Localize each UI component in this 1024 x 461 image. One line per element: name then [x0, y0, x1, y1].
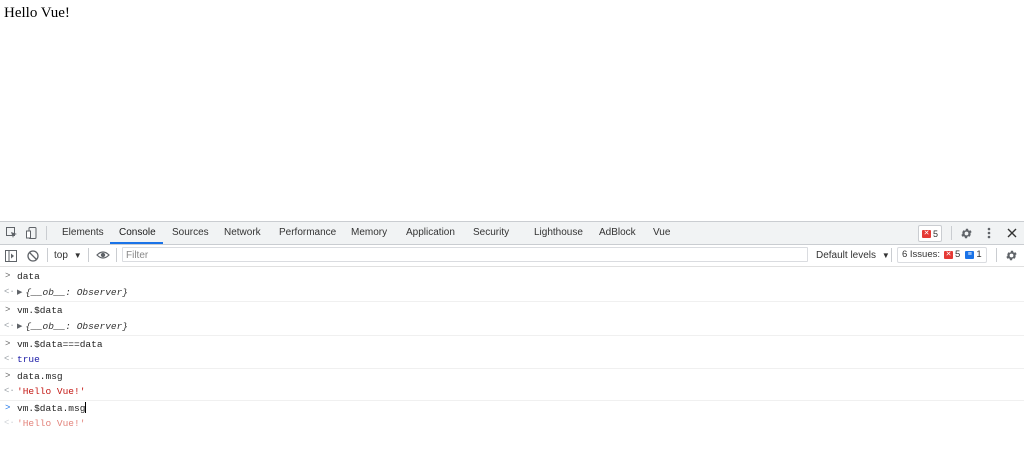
dropdown-arrow-icon: ▼ [73, 251, 82, 260]
console-input-text: vm.$data===data [17, 339, 103, 350]
issues-error-icon: ✕ [944, 251, 954, 259]
console-input-row: > vm.$data [0, 303, 1024, 318]
text-caret [85, 402, 87, 413]
return-arrow-icon: <· [4, 354, 15, 364]
tab-console[interactable]: Console [119, 222, 156, 244]
error-count: 5 [933, 228, 939, 239]
console-prompt-text: vm.$data.msg [17, 403, 86, 414]
rendered-page: Hello Vue! [0, 0, 1024, 221]
return-arrow-icon: <· [4, 287, 15, 297]
more-menu-icon[interactable] [981, 225, 997, 241]
expand-triangle-icon[interactable]: ▶ [17, 320, 22, 335]
page-text: Hello Vue! [4, 5, 70, 21]
settings-icon[interactable] [958, 225, 974, 241]
console-output-row: <· true [0, 352, 1024, 369]
prompt-chevron-icon: > [5, 339, 11, 349]
issues-button[interactable]: 6 Issues: ✕ 5 ≡ 1 [897, 247, 987, 263]
console-input-text: data [17, 271, 40, 282]
sidebar-toggle-icon[interactable] [3, 248, 19, 264]
levels-dropdown[interactable]: Default levels ▼ [816, 248, 890, 263]
device-toggle-icon[interactable] [24, 225, 40, 241]
issues-info-count: 1 [976, 249, 982, 260]
tab-application[interactable]: Application [406, 222, 455, 244]
eye-icon[interactable] [95, 247, 111, 263]
return-arrow-icon: <· [4, 418, 15, 428]
console-input-text: data.msg [17, 371, 63, 382]
tab-security[interactable]: Security [473, 222, 509, 244]
tab-network[interactable]: Network [224, 222, 261, 244]
console-object-text: {__ob__: Observer} [25, 321, 129, 332]
dropdown-arrow-icon: ▼ [881, 251, 890, 260]
tab-performance[interactable]: Performance [279, 222, 336, 244]
error-icon: ✕ [922, 229, 931, 238]
console-prompt-row[interactable]: > vm.$data.msg [0, 401, 1024, 416]
console-eager-eval-row: <· 'Hello Vue!' [0, 416, 1024, 431]
console-output-row: <· 'Hello Vue!' [0, 384, 1024, 401]
clear-console-icon[interactable] [25, 248, 41, 264]
console-string-text: 'Hello Vue!' [17, 386, 86, 397]
filter-placeholder: Filter [126, 250, 149, 261]
console-prompt-input[interactable]: vm.$data.msg [17, 401, 87, 416]
console-input-row: > vm.$data===data [0, 337, 1024, 352]
console-settings-icon[interactable] [1003, 247, 1019, 263]
tab-memory[interactable]: Memory [351, 222, 387, 244]
levels-label: Default levels [816, 250, 877, 261]
prompt-chevron-icon: > [5, 371, 11, 381]
prompt-chevron-icon: > [5, 271, 11, 281]
prompt-chevron-icon: > [5, 403, 11, 413]
console-eager-result: 'Hello Vue!' [17, 418, 86, 429]
return-arrow-icon: <· [4, 321, 15, 331]
prompt-chevron-icon: > [5, 305, 11, 315]
tab-vue[interactable]: Vue [653, 222, 670, 244]
console-input-row: > data [0, 269, 1024, 284]
tab-sources[interactable]: Sources [172, 222, 209, 244]
console-input-row: > data.msg [0, 369, 1024, 384]
tab-lighthouse[interactable]: Lighthouse [534, 222, 583, 244]
expand-triangle-icon[interactable]: ▶ [17, 286, 22, 301]
console-input-text: vm.$data [17, 305, 63, 316]
devtools-tabbar: Elements Console Sources Network Perform… [0, 222, 1024, 245]
tab-adblock[interactable]: AdBlock [599, 222, 636, 244]
issues-error-count: 5 [955, 249, 961, 260]
close-icon[interactable] [1004, 225, 1020, 241]
console-object-text: {__ob__: Observer} [25, 287, 129, 298]
inspect-icon[interactable] [4, 225, 20, 241]
console-toolbar: top ▼ Filter Default levels ▼ 6 Issues: … [0, 245, 1024, 267]
context-selector[interactable]: top ▼ [54, 248, 82, 263]
context-label: top [54, 250, 68, 261]
filter-input[interactable]: Filter [122, 247, 808, 262]
console-output-row[interactable]: <· ▶ {__ob__: Observer} [0, 319, 1024, 336]
issues-label: 6 Issues: [902, 249, 941, 260]
active-tab-indicator [110, 242, 163, 244]
console-bool-text: true [17, 354, 40, 365]
error-count-badge[interactable]: ✕ 5 [918, 225, 943, 242]
console-output: > data <· ▶ {__ob__: Observer} > vm.$data… [0, 267, 1024, 431]
devtools-panel: Elements Console Sources Network Perform… [0, 221, 1024, 461]
tab-elements[interactable]: Elements [62, 222, 104, 244]
issues-info-icon: ≡ [965, 251, 975, 259]
console-output-row[interactable]: <· ▶ {__ob__: Observer} [0, 285, 1024, 302]
return-arrow-icon: <· [4, 386, 15, 396]
